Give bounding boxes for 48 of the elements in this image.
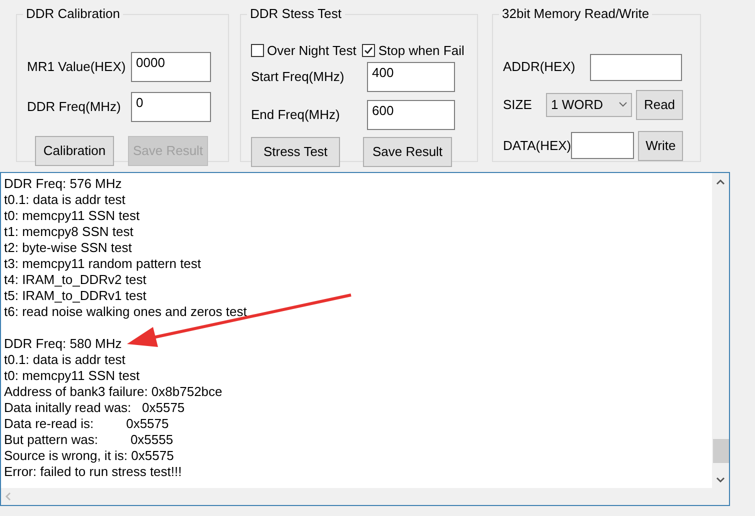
log-line: But pattern was: 0x5555 bbox=[4, 432, 174, 448]
vertical-scrollbar[interactable] bbox=[712, 173, 729, 488]
caret-icon bbox=[619, 102, 627, 107]
group-title: 32bit Memory Read/Write bbox=[499, 6, 652, 22]
field-label: DDR Freq(MHz) bbox=[27, 98, 121, 116]
button[interactable]: Calibration bbox=[35, 136, 114, 166]
field-label: Start Freq(MHz) bbox=[251, 68, 344, 86]
checkbox[interactable] bbox=[251, 44, 264, 57]
button[interactable]: Stress Test bbox=[251, 137, 340, 167]
horizontal-scrollbar[interactable] bbox=[1, 488, 729, 505]
log-line: t2: byte-wise SSN test bbox=[4, 240, 133, 256]
field-label: SIZE bbox=[503, 96, 532, 114]
text-field[interactable]: 0 bbox=[131, 92, 211, 122]
dropdown-value: 1 WORD bbox=[551, 96, 603, 114]
log-line: t0.1: data is addr test bbox=[4, 352, 126, 368]
scroll-thumb[interactable] bbox=[712, 439, 728, 463]
log-line: DDR Freq: 576 MHz bbox=[4, 176, 123, 192]
button[interactable]: Read bbox=[636, 90, 683, 120]
log-line: Source is wrong, it is: 0x5575 bbox=[4, 448, 175, 464]
dropdown[interactable]: 1 WORD bbox=[546, 92, 632, 116]
log-line: t0.1: data is addr test bbox=[4, 192, 126, 208]
field-label: ADDR(HEX) bbox=[503, 58, 576, 76]
button[interactable]: Save Result bbox=[363, 137, 452, 167]
button[interactable]: Write bbox=[638, 130, 683, 160]
log-line: t6: read noise walking ones and zeros test bbox=[4, 304, 248, 320]
field-label: End Freq(MHz) bbox=[251, 106, 340, 124]
checkbox-label: Over Night Test bbox=[267, 42, 356, 60]
log-line: t3: memcpy11 random pattern test bbox=[4, 256, 202, 272]
log-line: DDR Freq: 580 MHz bbox=[4, 336, 123, 352]
text-field[interactable] bbox=[571, 132, 634, 159]
check-mark-icon bbox=[363, 44, 374, 56]
log-line: Data initally read was: 0x5575 bbox=[4, 400, 186, 416]
checkbox-label: Stop when Fail bbox=[378, 42, 464, 60]
log-line: Error: failed to run stress test!!! bbox=[4, 464, 183, 480]
log-line: Data re-read is: 0x5575 bbox=[4, 416, 170, 432]
field-label: DATA(HEX) bbox=[503, 136, 572, 155]
text-field[interactable]: 400 bbox=[367, 62, 455, 92]
text-field[interactable]: 0000 bbox=[131, 52, 211, 82]
checkbox[interactable] bbox=[362, 44, 376, 57]
log-line: t0: memcpy11 SSN test bbox=[4, 368, 141, 384]
log-line: t4: IRAM_to_DDRv2 test bbox=[4, 272, 148, 288]
log-line: t5: IRAM_to_DDRv1 test bbox=[4, 288, 148, 304]
field-label: MR1 Value(HEX) bbox=[27, 58, 126, 76]
log-line: Address of bank3 failure: 0x8b752bce bbox=[4, 384, 224, 400]
text-field[interactable] bbox=[590, 54, 682, 80]
log-line: t1: memcpy8 SSN test bbox=[4, 224, 134, 240]
text-field[interactable]: 600 bbox=[367, 100, 455, 130]
log-line: t0: memcpy11 SSN test bbox=[4, 208, 141, 224]
